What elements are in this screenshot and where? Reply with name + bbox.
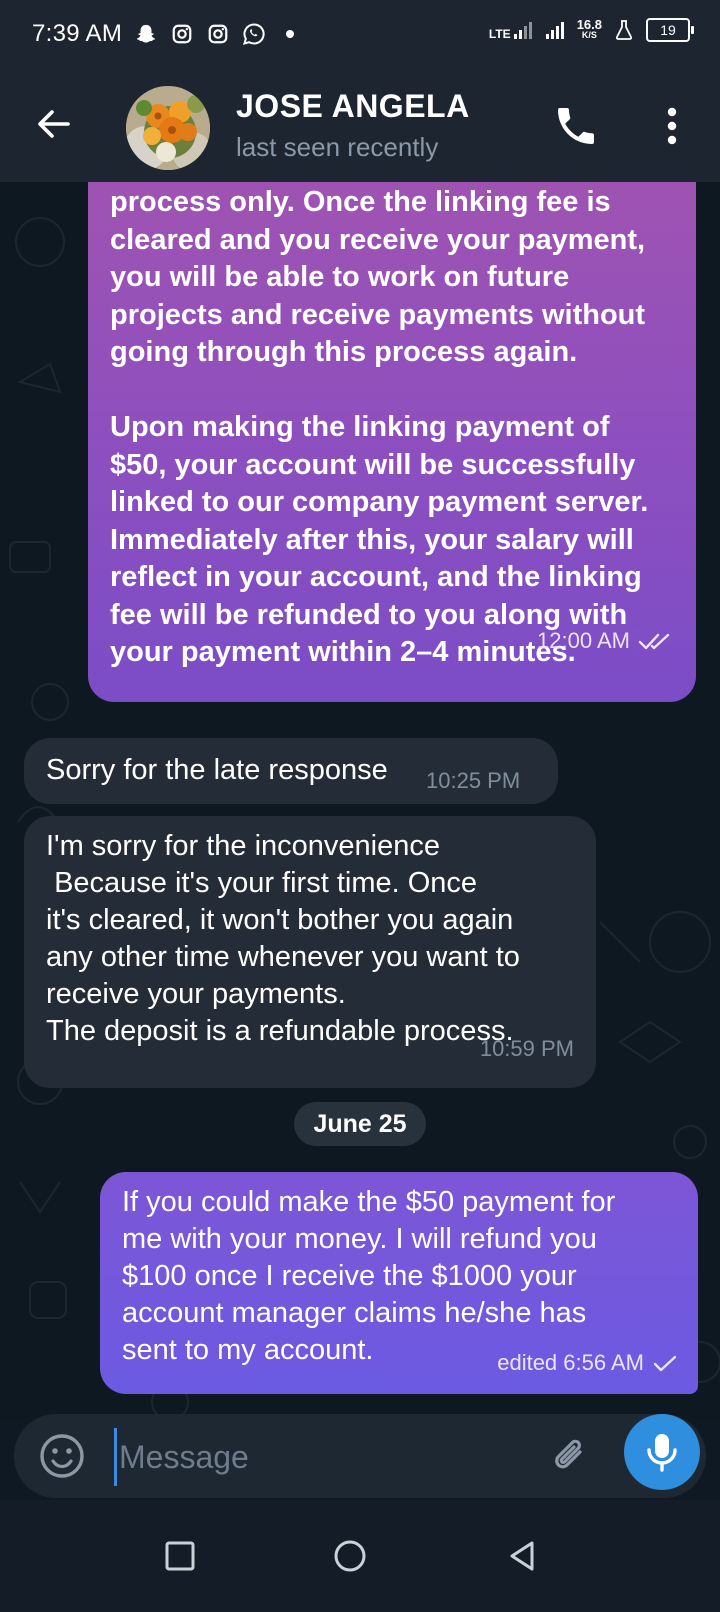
instagram-icon: [170, 22, 194, 46]
single-check-sent-icon: [653, 1355, 677, 1372]
phone-icon: [558, 108, 594, 144]
signal-icon: [513, 22, 532, 39]
paperclip-icon: [555, 1439, 582, 1469]
network-speed: 16.8 K/S: [576, 17, 602, 41]
incoming-message[interactable]: I'm sorry for the inconvenience Because …: [24, 816, 596, 1088]
chat-area[interactable]: process only. Once the linking fee is cl…: [0, 182, 720, 1420]
attach-button[interactable]: [546, 1432, 594, 1480]
message-text: process only. Once the linking fee is cl…: [110, 186, 649, 668]
emoji-button[interactable]: [38, 1432, 86, 1480]
avatar[interactable]: [126, 86, 210, 170]
call-button[interactable]: [552, 102, 600, 150]
battery-icon: 19: [646, 18, 694, 42]
message-composer: [14, 1414, 706, 1498]
smiley-icon: [40, 1434, 84, 1478]
outgoing-message[interactable]: If you could make the $50 payment for me…: [100, 1172, 698, 1394]
lte-signal: LTE: [489, 20, 535, 40]
message-meta: 12:00 AM: [537, 628, 672, 654]
incoming-message[interactable]: Sorry for the late response 10:25 PM: [24, 738, 558, 804]
triangle-back-icon: [510, 1541, 534, 1571]
back-nav-button[interactable]: [502, 1536, 542, 1576]
message-time: edited 6:56 AM: [497, 1350, 644, 1375]
message-text: If you could make the $50 payment for me…: [122, 1186, 616, 1366]
network-speed-value: 16.8: [576, 17, 602, 32]
microphone-icon: [647, 1434, 677, 1472]
vertical-dots-icon: [667, 107, 677, 145]
whatsapp-icon: [242, 22, 266, 46]
outgoing-message[interactable]: process only. Once the linking fee is cl…: [88, 182, 696, 702]
contact-last-seen: last seen recently: [236, 132, 439, 162]
system-icons: LTE 16.8 K/S 19: [489, 17, 694, 42]
more-notifications-dot-icon: [278, 22, 302, 46]
double-check-read-icon: [638, 633, 670, 650]
notification-icons: [134, 22, 302, 46]
more-options-button[interactable]: [650, 102, 694, 150]
contact-name[interactable]: JOSE ANGELA: [236, 88, 470, 125]
message-text: I'm sorry for the inconvenience Because …: [46, 830, 520, 1047]
flower-bouquet-avatar: [126, 86, 210, 170]
home-button[interactable]: [330, 1536, 370, 1576]
date-separator: June 25: [294, 1102, 426, 1146]
message-meta: edited 6:56 AM: [497, 1350, 678, 1376]
message-text: Sorry for the late response: [46, 754, 388, 786]
voice-record-button[interactable]: [624, 1414, 700, 1490]
network-speed-unit: K/S: [581, 30, 597, 40]
status-time: 7:39 AM: [32, 20, 123, 47]
signal-strength-icon: [545, 22, 564, 39]
back-button[interactable]: [32, 102, 76, 146]
flask-icon: [612, 18, 636, 42]
lte-label: LTE: [488, 27, 511, 41]
system-navigation-bar: [0, 1500, 720, 1612]
message-time: 10:59 PM: [479, 1036, 574, 1061]
square-icon: [165, 1541, 195, 1571]
chat-header: JOSE ANGELA last seen recently: [0, 72, 720, 182]
snapchat-icon: [134, 22, 158, 46]
message-time: 12:00 AM: [537, 628, 630, 653]
arrow-left-icon: [38, 110, 70, 138]
message-time: 10:25 PM: [426, 768, 521, 793]
circle-icon: [334, 1540, 366, 1572]
message-input[interactable]: [114, 1428, 521, 1486]
recent-apps-button[interactable]: [160, 1536, 200, 1576]
instagram-icon: [206, 22, 230, 46]
status-bar: 7:39 AM LTE 16.8 K/S 19: [0, 0, 720, 72]
